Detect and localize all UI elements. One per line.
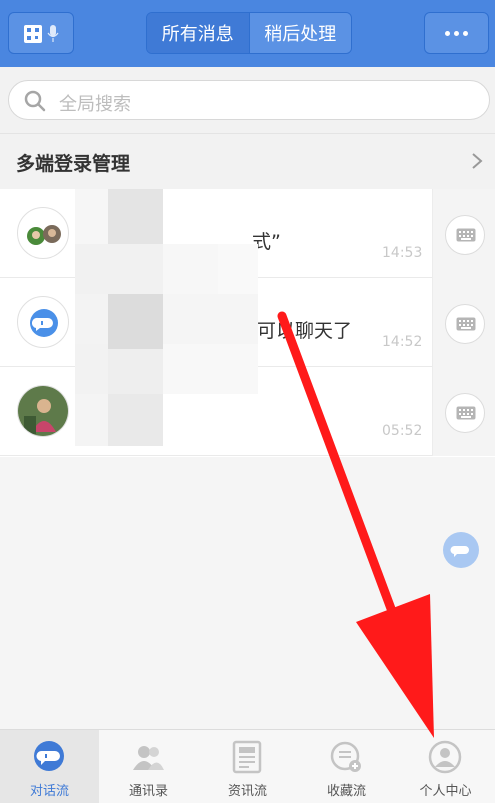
- nav-label: 通讯录: [128, 784, 168, 799]
- nav-news-flow[interactable]: 资讯流: [198, 730, 297, 803]
- keyboard-button[interactable]: [445, 215, 485, 255]
- tab-process-later[interactable]: 稍后处理: [248, 13, 351, 53]
- more-dots-icon: [445, 30, 450, 36]
- quick-reply-area: [432, 189, 495, 278]
- nav-label: 收藏流: [326, 784, 366, 799]
- conversation-time: 14:52: [382, 334, 423, 350]
- nav-personal-center[interactable]: 个人中心: [396, 730, 495, 803]
- qr-icon: [24, 25, 42, 43]
- keyboard-icon: [456, 228, 476, 242]
- qr-voice-button[interactable]: [8, 12, 74, 54]
- nav-contacts[interactable]: 通讯录: [99, 730, 198, 803]
- redaction-mosaic: [75, 189, 265, 449]
- news-icon: [232, 740, 262, 774]
- conversation-time: 14:53: [382, 245, 423, 261]
- search-placeholder: 全局搜索: [59, 94, 131, 115]
- tab-all-messages[interactable]: 所有消息: [147, 13, 249, 53]
- more-button[interactable]: [424, 12, 489, 54]
- chevron-right-icon: [472, 153, 483, 169]
- photo-avatar: [17, 385, 69, 437]
- conversation-snippet: 可以聊天了: [257, 320, 353, 342]
- search-bar: 全局搜索: [0, 67, 495, 133]
- nav-label: 资讯流: [227, 784, 267, 799]
- nav-label: 个人中心: [419, 784, 472, 799]
- keyboard-button[interactable]: [445, 304, 485, 344]
- search-input[interactable]: 全局搜索: [8, 80, 490, 120]
- message-tabs: 所有消息 稍后处理: [146, 12, 352, 54]
- nav-favorites-flow[interactable]: 收藏流: [297, 730, 396, 803]
- quick-reply-area: [432, 367, 495, 456]
- top-bar: 所有消息 稍后处理: [0, 0, 495, 67]
- conversation-time: 05:52: [382, 423, 423, 439]
- keyboard-icon: [456, 406, 476, 420]
- floating-bot-button[interactable]: [443, 532, 479, 568]
- chat-icon: [34, 741, 64, 771]
- favorites-icon: [330, 741, 361, 772]
- nav-label: 对话流: [29, 784, 69, 799]
- profile-icon: [428, 740, 462, 774]
- bot-icon: [450, 545, 469, 557]
- search-icon: [24, 90, 46, 112]
- keyboard-button[interactable]: [445, 393, 485, 433]
- group-avatar: [17, 207, 69, 259]
- empty-area: [0, 457, 495, 729]
- bottom-nav: 对话流 通讯录 资讯流 收藏流 个人中心: [0, 729, 495, 803]
- section-title: 多端登录管理: [16, 153, 131, 175]
- contacts-icon: [133, 746, 164, 770]
- multi-device-login-row[interactable]: 多端登录管理: [0, 133, 495, 189]
- mic-icon: [47, 25, 59, 42]
- quick-reply-area: [432, 278, 495, 367]
- bot-avatar: [17, 296, 69, 348]
- nav-chat-flow[interactable]: 对话流: [0, 730, 99, 803]
- keyboard-icon: [456, 317, 476, 331]
